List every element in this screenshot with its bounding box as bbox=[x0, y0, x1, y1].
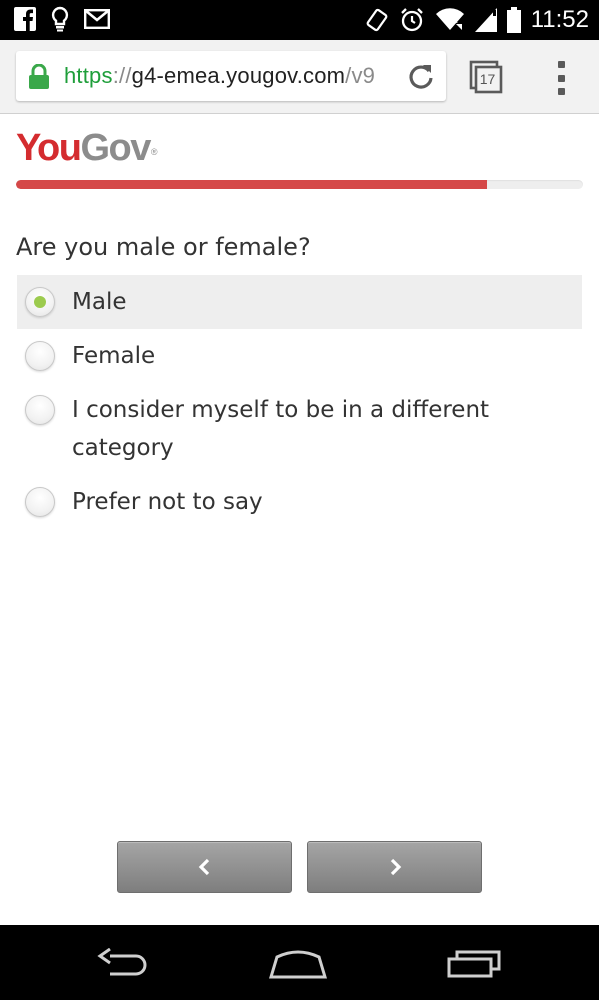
notification-bulb-icon bbox=[50, 6, 70, 32]
survey-progress-bar bbox=[16, 180, 583, 189]
status-bar-notifications bbox=[14, 6, 110, 32]
option-different-category[interactable]: I consider myself to be in a different c… bbox=[17, 383, 582, 475]
radio-button[interactable] bbox=[25, 487, 55, 517]
url-bar[interactable]: https://g4-emea.yougov.com/v9 bbox=[16, 51, 446, 101]
status-time: 11:52 bbox=[530, 6, 589, 33]
status-bar-system: ? 11:52 bbox=[365, 4, 589, 36]
option-prefer-not-to-say[interactable]: Prefer not to say bbox=[17, 475, 582, 529]
survey-progress-fill bbox=[16, 180, 487, 189]
browser-toolbar: https://g4-emea.yougov.com/v9 17 bbox=[0, 40, 599, 114]
tab-count: 17 bbox=[479, 70, 496, 87]
system-back-icon[interactable] bbox=[94, 945, 154, 981]
reload-icon[interactable] bbox=[406, 61, 436, 91]
battery-icon bbox=[506, 7, 521, 33]
question-text: Are you male or female? bbox=[16, 233, 311, 261]
option-female[interactable]: Female bbox=[17, 329, 582, 383]
answer-options: Male Female I consider myself to be in a… bbox=[17, 275, 582, 529]
yougov-logo: YouGov® bbox=[16, 126, 158, 170]
option-label[interactable]: Female bbox=[72, 337, 542, 375]
url-host: g4-emea.yougov.com bbox=[131, 63, 346, 88]
tab-switcher-button[interactable]: 17 bbox=[469, 60, 503, 94]
system-home-icon[interactable] bbox=[268, 945, 328, 981]
system-recents-icon[interactable] bbox=[444, 945, 504, 981]
status-bar: ? 11:52 bbox=[0, 0, 599, 40]
option-label[interactable]: Male bbox=[72, 283, 542, 321]
radio-button[interactable] bbox=[25, 395, 55, 425]
system-navigation-bar bbox=[0, 925, 599, 1000]
lock-icon bbox=[28, 63, 50, 94]
option-label[interactable]: Prefer not to say bbox=[72, 483, 542, 521]
option-male[interactable]: Male bbox=[17, 275, 582, 329]
url-path: /v9 bbox=[345, 63, 376, 88]
radio-selected-dot bbox=[34, 296, 46, 308]
signal-icon bbox=[474, 8, 497, 32]
facebook-icon bbox=[14, 7, 36, 31]
url-scheme: https bbox=[64, 63, 113, 88]
wifi-icon: ? bbox=[435, 8, 465, 32]
radio-button[interactable] bbox=[25, 287, 55, 317]
logo-you: You bbox=[16, 127, 82, 169]
option-label[interactable]: I consider myself to be in a different c… bbox=[72, 391, 542, 467]
chevron-left-icon bbox=[198, 858, 209, 876]
gmail-icon bbox=[84, 9, 110, 29]
chevron-right-icon bbox=[390, 858, 401, 876]
url-separator: :// bbox=[112, 63, 132, 88]
registered-mark: ® bbox=[150, 147, 158, 157]
vibrate-icon bbox=[365, 7, 389, 33]
back-button[interactable] bbox=[117, 841, 292, 893]
alarm-icon bbox=[399, 7, 425, 33]
svg-text:?: ? bbox=[455, 16, 459, 25]
next-button[interactable] bbox=[307, 841, 482, 893]
logo-gov: Gov bbox=[80, 127, 151, 169]
url-text[interactable]: https://g4-emea.yougov.com/v9 bbox=[64, 61, 375, 91]
radio-button[interactable] bbox=[25, 341, 55, 371]
overflow-menu-icon[interactable] bbox=[553, 61, 569, 95]
